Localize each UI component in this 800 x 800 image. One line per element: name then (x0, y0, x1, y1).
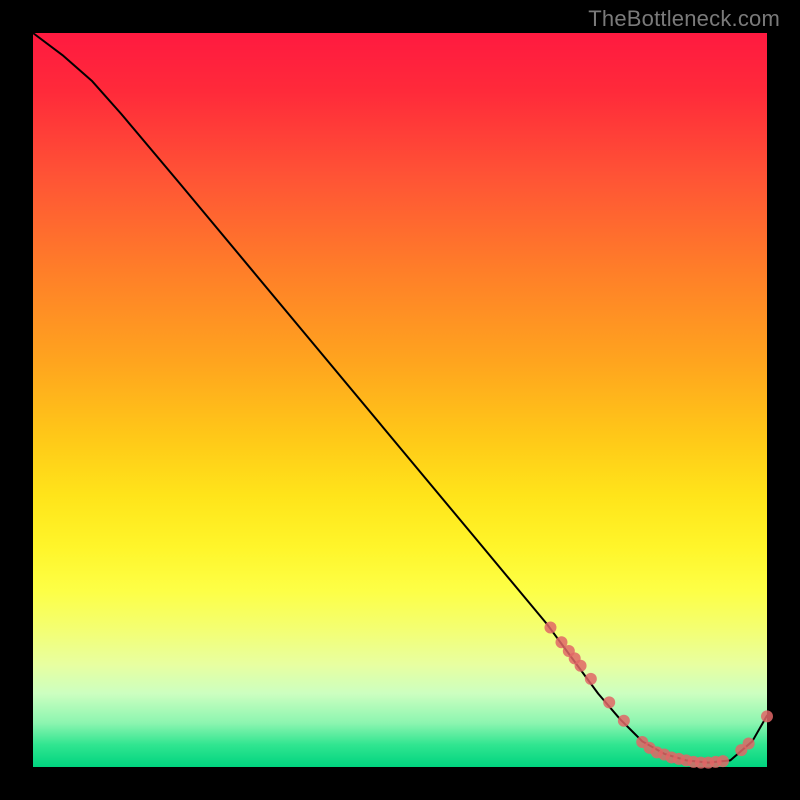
curve-line (33, 33, 767, 763)
marker-points (544, 622, 773, 769)
chart-stage: TheBottleneck.com (0, 0, 800, 800)
chart-overlay (33, 33, 767, 767)
watermark-text: TheBottleneck.com (588, 6, 780, 32)
